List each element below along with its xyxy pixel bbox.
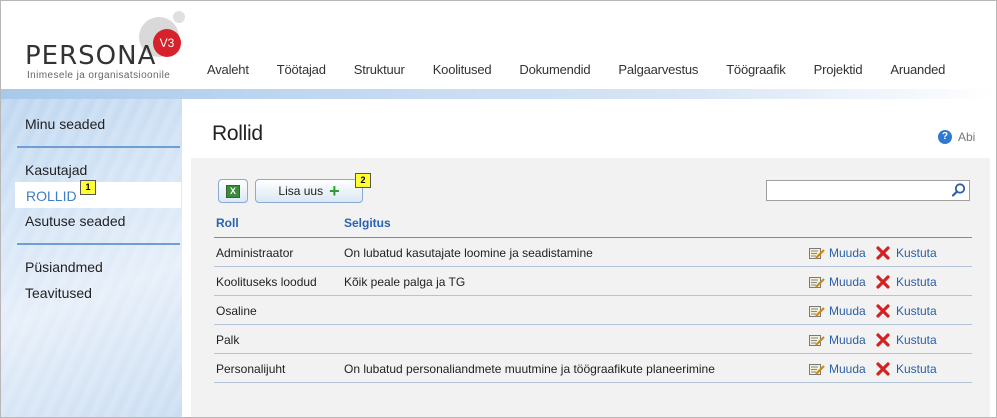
delete-label: Kustuta [896,333,937,347]
main-nav: Avaleht Töötajad Struktuur Koolitused Do… [207,62,973,77]
nav-koolitused[interactable]: Koolitused [433,62,492,77]
delete-icon [876,275,890,289]
sidebar-item-users[interactable]: Kasutajad [25,162,87,178]
sidebar-item-org-settings[interactable]: Asutuse seaded [25,213,125,229]
edit-label: Muuda [829,333,866,347]
table-cell-description: Kõik peale palga ja TG [344,275,466,289]
delete-link[interactable]: Kustuta [876,246,937,260]
delete-label: Kustuta [896,362,937,376]
logo-version-badge: V3 [153,29,181,57]
table-row-divider [214,324,972,325]
logo[interactable]: V3 PERSONA Inimesele ja organisatsioonil… [25,11,195,86]
logo-dot [173,11,185,23]
delete-link[interactable]: Kustuta [876,333,937,347]
table-row-divider [214,295,972,296]
table-row-divider [214,382,972,383]
edit-label: Muuda [829,362,866,376]
edit-link[interactable]: Muuda [809,246,866,260]
column-header-description[interactable]: Selgitus [344,216,391,230]
nav-aruanded[interactable]: Aruanded [890,62,945,77]
delete-icon [876,333,890,347]
add-new-button[interactable]: Lisa uus + [255,179,363,203]
edit-link[interactable]: Muuda [809,333,866,347]
table-cell-description: On lubatud kasutajate loomine ja seadist… [344,246,593,260]
nav-avaleht[interactable]: Avaleht [207,62,249,77]
search-box [766,180,970,201]
search-input[interactable] [767,181,949,200]
export-excel-button[interactable]: X [218,179,248,203]
excel-icon: X [226,184,240,198]
edit-icon [809,305,825,317]
sidebar-item-roles-label[interactable]: ROLLID [26,188,77,204]
edit-label: Muuda [829,275,866,289]
delete-link[interactable]: Kustuta [876,362,937,376]
sidebar-divider [17,146,180,148]
table-cell-role: Koolituseks loodud [216,275,317,289]
table-cell-role: Personalijuht [216,362,286,376]
edit-label: Muuda [829,246,866,260]
sidebar-item-my-settings[interactable]: Minu seaded [25,116,105,132]
edit-icon [809,334,825,346]
delete-link[interactable]: Kustuta [876,304,937,318]
header-band [1,89,996,99]
sidebar-divider [17,243,180,245]
edit-icon [809,247,825,259]
delete-icon [876,304,890,318]
table-header-line [214,237,972,238]
page-title: Rollid [212,122,263,145]
table-row-divider [214,266,972,267]
annotation-badge-2: 2 [355,173,371,188]
table-cell-role: Palk [216,333,240,347]
table-row-divider [214,353,972,354]
edit-icon [809,276,825,288]
nav-dokumendid[interactable]: Dokumendid [519,62,590,77]
delete-label: Kustuta [896,275,937,289]
nav-struktuur[interactable]: Struktuur [354,62,405,77]
annotation-badge-1: 1 [80,180,96,195]
sidebar-item-notifications[interactable]: Teavitused [25,285,92,301]
nav-toograafik[interactable]: Töögraafik [726,62,786,77]
table-cell-description: On lubatud personaliandmete muutmine ja … [344,362,715,376]
header: V3 PERSONA Inimesele ja organisatsioonil… [1,1,996,89]
edit-link[interactable]: Muuda [809,275,866,289]
edit-label: Muuda [829,304,866,318]
delete-icon [876,246,890,260]
add-new-label: Lisa uus [278,184,324,198]
help-link[interactable]: ? Abi [938,130,975,144]
table-cell-role: Osaline [216,304,257,318]
table-cell-role: Administraator [216,246,294,260]
edit-link[interactable]: Muuda [809,304,866,318]
nav-palgaarvestus[interactable]: Palgaarvestus [618,62,698,77]
edit-link[interactable]: Muuda [809,362,866,376]
search-icon[interactable] [951,182,967,198]
help-icon: ? [938,130,952,144]
sidebar-item-master-data[interactable]: Püsiandmed [25,259,103,275]
plus-icon: + [329,181,340,201]
logo-tagline: Inimesele ja organisatsioonile [27,70,171,81]
delete-link[interactable]: Kustuta [876,275,937,289]
column-header-role[interactable]: Roll [216,216,239,230]
edit-icon [809,363,825,375]
nav-tootajad[interactable]: Töötajad [277,62,326,77]
delete-label: Kustuta [896,304,937,318]
nav-projektid[interactable]: Projektid [814,62,863,77]
help-label: Abi [958,130,976,144]
delete-icon [876,362,890,376]
logo-name: PERSONA [25,41,157,71]
delete-label: Kustuta [896,246,937,260]
